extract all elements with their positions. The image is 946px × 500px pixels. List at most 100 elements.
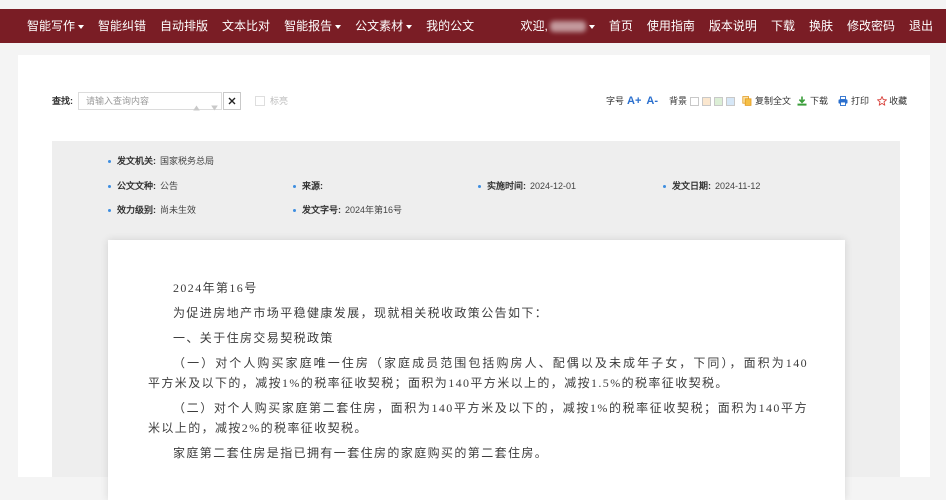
nav-item-my-documents[interactable]: 我的公文 xyxy=(426,9,474,43)
bullet-icon xyxy=(293,208,296,212)
chevron-down-icon xyxy=(335,25,342,29)
nav-main-menu: 智能写作 智能纠错 自动排版 文本比对 智能报告 公文素材 我的公文 xyxy=(27,9,474,43)
doc-paragraph: 家庭第二套住房是指已拥有一套住房的家庭购买的第二套住房。 xyxy=(148,443,808,463)
highlight-label: 标亮 xyxy=(270,96,289,106)
nav-item-text-compare[interactable]: 文本比对 xyxy=(222,9,270,43)
print-icon xyxy=(838,96,848,106)
bullet-icon xyxy=(293,184,296,188)
nav-link-change-password[interactable]: 修改密码 xyxy=(847,9,895,43)
doc-line: （一）对个人购买家庭唯一住房（家庭成员范围包括购房人、配偶以及未成年子女，下同）… xyxy=(173,356,808,370)
meta-item-issuing-authority: 发文机关: 国家税务总局 xyxy=(108,155,293,167)
nav-item-smart-proofreading[interactable]: 智能纠错 xyxy=(98,9,146,43)
document-paper: 2024年第16号 为促进房地产市场平稳健康发展，现就相关税收政策公告如下： 一… xyxy=(108,240,845,500)
doc-line: 米以上的，减按2%的税率征收契税。 xyxy=(148,421,368,435)
arrow-up-icon[interactable] xyxy=(193,98,200,111)
meta-value: 2024年第16号 xyxy=(345,205,403,215)
meta-label: 发文字号: xyxy=(302,205,341,215)
meta-item-source: 来源: xyxy=(293,180,478,192)
print-label: 打印 xyxy=(851,96,870,106)
star-icon xyxy=(877,96,888,106)
background-swatch-blue[interactable] xyxy=(726,96,736,106)
meta-item-document-type: 公文文种: 公告 xyxy=(108,180,293,192)
font-increase-button[interactable]: A+ xyxy=(627,95,641,107)
nav-link-logout[interactable]: 退出 xyxy=(909,9,933,43)
print-button[interactable]: 打印 xyxy=(838,95,869,107)
nav-link-download[interactable]: 下载 xyxy=(771,9,795,43)
meta-value: 尚未生效 xyxy=(160,205,197,215)
doc-paragraph: 2024年第16号 xyxy=(148,278,808,298)
doc-line: 平方米及以下的，减按1%的税率征收契税；面积为140平方米以上的，减按1.5%的… xyxy=(148,376,729,390)
doc-paragraph: （二）对个人购买家庭第二套住房，面积为140平方米及以下的，减按1%的税率征收契… xyxy=(148,398,808,438)
nav-item-label: 文本比对 xyxy=(222,19,271,33)
meta-item-document-number: 发文字号: 2024年第16号 xyxy=(293,204,478,216)
nav-user-menu: 欢迎, 首页 使用指南 版本说明 下载 换肤 修改密码 退出 xyxy=(521,9,933,43)
meta-label: 发文日期: xyxy=(672,181,711,191)
nav-item-smart-report[interactable]: 智能报告 xyxy=(284,9,342,43)
meta-value: 2024-11-12 xyxy=(715,181,761,191)
search-input[interactable] xyxy=(79,93,190,109)
bullet-icon xyxy=(663,184,666,188)
bullet-icon xyxy=(108,208,111,212)
nav-item-smart-writing[interactable]: 智能写作 xyxy=(27,9,85,43)
download-button[interactable]: 下载 xyxy=(797,95,828,107)
meta-row: 效力级别: 尚未生效 发文字号: 2024年第16号 xyxy=(108,204,848,216)
document-body: 2024年第16号 为促进房地产市场平稳健康发展，现就相关税收政策公告如下： 一… xyxy=(148,278,808,468)
copy-all-button[interactable]: 复制全文 xyxy=(742,95,791,107)
chevron-down-icon xyxy=(588,25,595,29)
bullet-icon xyxy=(108,184,111,188)
meta-label: 效力级别: xyxy=(117,205,156,215)
font-size-label: 字号 xyxy=(606,96,625,106)
nav-item-label: 智能纠错 xyxy=(98,19,147,33)
meta-item-issue-date: 发文日期: 2024-11-12 xyxy=(663,180,848,192)
close-icon xyxy=(228,97,236,105)
meta-value: 公告 xyxy=(160,181,179,191)
chevron-down-icon xyxy=(406,25,413,29)
meta-label: 实施时间: xyxy=(487,181,526,191)
doc-line: （二）对个人购买家庭第二套住房，面积为140平方米及以下的，减按1%的税率征收契… xyxy=(173,401,808,415)
meta-value: 国家税务总局 xyxy=(160,156,215,166)
copy-all-label: 复制全文 xyxy=(755,96,792,106)
find-label: 查找: xyxy=(52,96,73,106)
nav-item-label: 公文素材 xyxy=(355,19,404,33)
copy-icon xyxy=(742,96,752,106)
clear-search-button[interactable] xyxy=(223,92,241,110)
highlight-checkbox[interactable] xyxy=(255,96,265,106)
doc-line: 家庭第二套住房是指已拥有一套住房的家庭购买的第二套住房。 xyxy=(173,446,549,460)
background-swatch-yellow[interactable] xyxy=(702,96,712,106)
meta-label: 发文机关: xyxy=(117,156,156,166)
nav-item-label: 自动排版 xyxy=(160,19,209,33)
nav-link-home[interactable]: 首页 xyxy=(609,9,633,43)
user-menu-dropdown[interactable]: 欢迎, xyxy=(521,9,595,43)
nav-link-user-guide[interactable]: 使用指南 xyxy=(647,9,695,43)
meta-label: 公文文种: xyxy=(117,181,156,191)
meta-item-validity-level: 效力级别: 尚未生效 xyxy=(108,204,293,216)
nav-item-document-materials[interactable]: 公文素材 xyxy=(355,9,413,43)
favorite-label: 收藏 xyxy=(889,96,908,106)
nav-item-label: 智能报告 xyxy=(284,19,333,33)
font-decrease-button[interactable]: A- xyxy=(646,95,658,107)
redacted-username xyxy=(549,20,586,32)
nav-item-auto-format[interactable]: 自动排版 xyxy=(160,9,208,43)
background-swatch-white[interactable] xyxy=(690,96,700,106)
meta-row: 公文文种: 公告 来源: 实施时间: 2024-12-01 发文日期: 2024… xyxy=(108,180,848,192)
background-swatch-green[interactable] xyxy=(714,96,724,106)
doc-paragraph: 为促进房地产市场平稳健康发展，现就相关税收政策公告如下： xyxy=(148,303,808,323)
doc-line: 为促进房地产市场平稳健康发展，现就相关税收政策公告如下： xyxy=(173,306,549,320)
nav-link-change-skin[interactable]: 换肤 xyxy=(809,9,833,43)
background-swatches xyxy=(690,96,736,106)
nav-item-label: 智能写作 xyxy=(27,19,76,33)
favorite-button[interactable]: 收藏 xyxy=(877,95,907,107)
doc-paragraph: 一、关于住房交易契税政策 xyxy=(148,328,808,348)
background-label: 背景 xyxy=(669,96,688,106)
nav-link-release-notes[interactable]: 版本说明 xyxy=(709,9,757,43)
meta-item-effective-date: 实施时间: 2024-12-01 xyxy=(478,180,663,192)
meta-value: 2024-12-01 xyxy=(530,181,577,191)
meta-label: 来源: xyxy=(302,181,323,191)
document-toolbar: 字号 A+ A- 背景 复制全文 下载 打印 收藏 xyxy=(606,95,907,107)
top-navigation-bar: 智能写作 智能纠错 自动排版 文本比对 智能报告 公文素材 我的公文 欢迎, 首… xyxy=(0,9,946,43)
meta-row: 发文机关: 国家税务总局 xyxy=(108,155,848,167)
arrow-down-icon[interactable] xyxy=(211,98,218,111)
doc-paragraph: （一）对个人购买家庭唯一住房（家庭成员范围包括购房人、配偶以及未成年子女，下同）… xyxy=(148,353,808,393)
nav-item-label: 我的公文 xyxy=(426,19,475,33)
chevron-down-icon xyxy=(78,25,85,29)
